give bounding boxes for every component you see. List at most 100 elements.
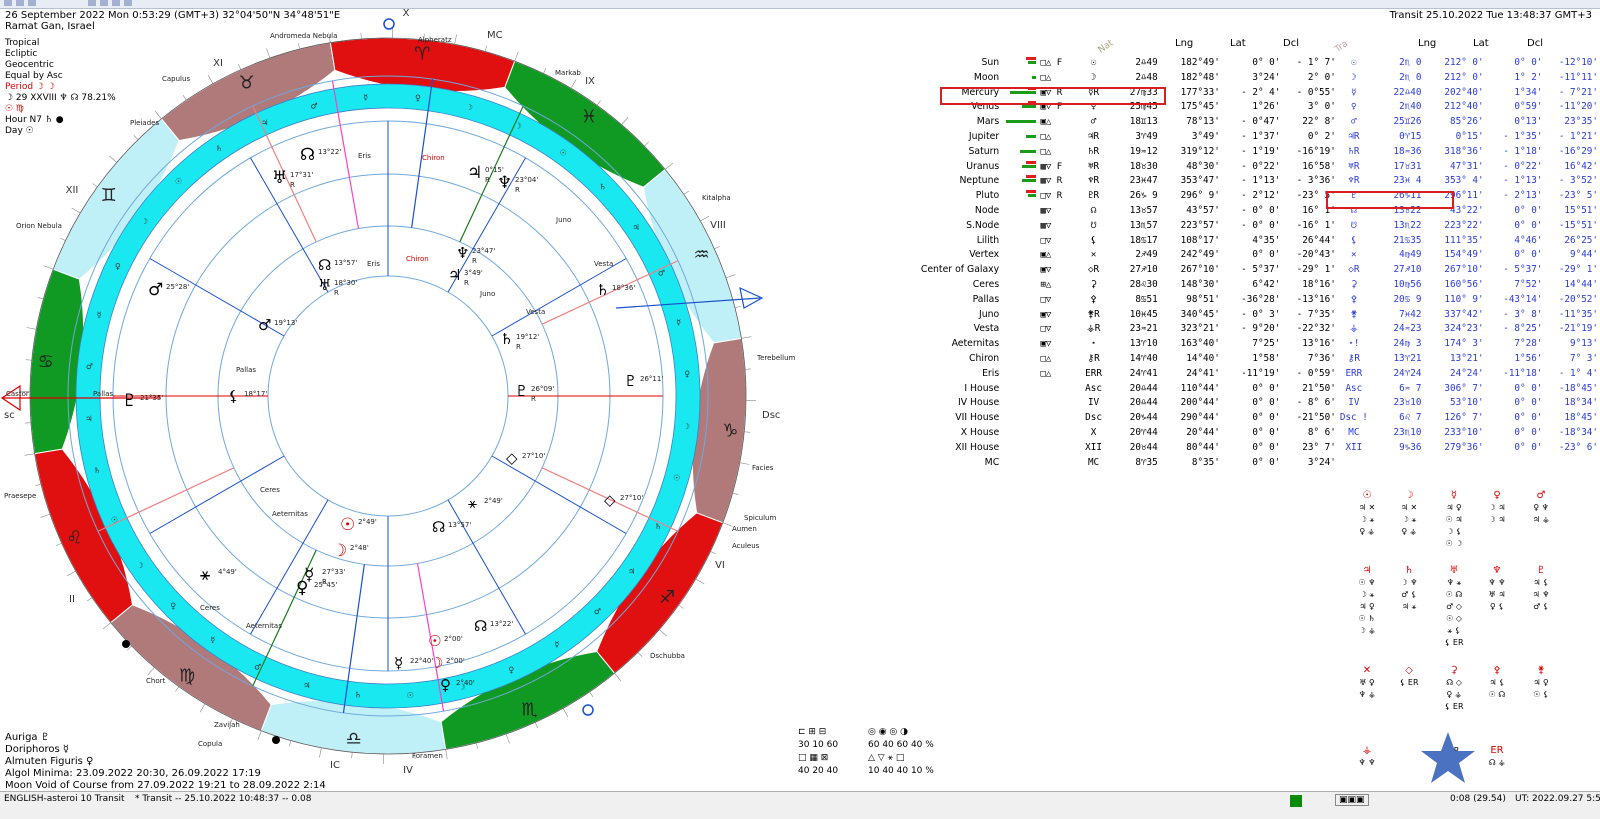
grid-planet: ✕: [1350, 665, 1384, 677]
grid-aspect: ☊ ◇: [1437, 677, 1471, 689]
aspect-grid-cell[interactable]: ♆♆ ♆♅ ♃♀ ⚸: [1480, 565, 1514, 613]
natal-position: 20♈44: [1109, 426, 1159, 441]
transit-latitude: 0° 0': [1486, 441, 1545, 456]
table-row[interactable]: Chiron□△⚷R14♈4014°40'1°58'7°36'⚷R13♈2113…: [905, 352, 1600, 367]
grid-planet: ER: [1480, 745, 1514, 757]
table-row[interactable]: XII HouseXII20♉4480°44'0° 0'23° 7'XII9♑3…: [905, 441, 1600, 456]
aspect-grid-cell[interactable]: ⚵♃ ♀☉ ⚸: [1524, 665, 1558, 701]
toolbar-icon-3[interactable]: [28, 0, 36, 6]
table-row[interactable]: Juno▣▽⚵R10♓45340°45'- 0° 3'- 7°35'⚵7♓423…: [905, 308, 1600, 323]
table-row[interactable]: Pallas□▽⚴8♋5198°51'-36°28'-13°16'⚴20♋ 91…: [905, 293, 1600, 308]
decan-glyph: ♂: [594, 607, 601, 616]
natal-latitude: 0° 0': [1222, 248, 1282, 263]
house-number: II: [69, 594, 75, 605]
aspect-grid-cell[interactable]: ⚴♃ ⚸☉ ☊: [1480, 665, 1514, 701]
aspect-grid-cell[interactable]: ♃☉ ♆☽ ⚹♃ ♀☉ ♄☽ ⚶: [1350, 565, 1384, 637]
table-row[interactable]: Center of Galaxy▣▽◇R27♐10267°10'- 5°37'-…: [905, 263, 1600, 278]
transit-longitude: 160°56': [1423, 278, 1485, 293]
planet-name: VII House: [905, 411, 1001, 426]
table-row[interactable]: VII HouseDsc20♑44290°44'0° 0'-21°50'Dsc …: [905, 411, 1600, 426]
table-row[interactable]: Vertex▣△✕2♐49242°49'0° 0'-20°43'✕4♍49154…: [905, 248, 1600, 263]
table-row[interactable]: Ceres⊞△⚳28♌30148°30'6°42'18°16'⚳10♍56160…: [905, 278, 1600, 293]
grid-planet: ♇: [1524, 565, 1558, 577]
decan-glyph: ☿: [554, 640, 559, 649]
transit-planet-glyph: ♄: [596, 281, 609, 299]
natal-latitude: 0° 0': [1222, 56, 1282, 71]
degree-tick: [56, 543, 61, 545]
transit-longitude: 85°26': [1423, 115, 1485, 130]
aspect-grid-cell[interactable]: ♀☽ ♃☽ ♃: [1480, 490, 1514, 526]
bottom-info: Auriga ♇ Doriphoros ☿ Almuten Figuris ♀ …: [5, 732, 326, 792]
aspect-grid-cell[interactable]: ♂♀ ♆♃ ⚶: [1524, 490, 1558, 526]
natal-declination: - 3°36': [1282, 174, 1338, 189]
transit-planet-degree: 18°30': [334, 279, 357, 287]
toolbar-icon-1[interactable]: [4, 0, 12, 6]
transit-longitude: 267°10': [1423, 263, 1485, 278]
table-row[interactable]: Saturn□△♄R19♒12319°12'- 1°19'-16°19'♄R18…: [905, 145, 1600, 160]
chart-wheel[interactable]: ♈♉♊♋♌♍♎♏♐♑♒♓☽♀☿♂♃♄☉☽♀☿♂♃♄☉☽♀☿♂♃♄☉☽♀☿♂♃♄☉…: [0, 8, 800, 788]
star-icon[interactable]: [1418, 728, 1478, 788]
aspect-grid-cell[interactable]: ☽♃ ✕☽ ⚹♀ ⚶: [1392, 490, 1426, 538]
table-row[interactable]: Uranus▦▽ F♅R18♉3048°30'- 0°22'16°58'♅R17…: [905, 160, 1600, 175]
transit-latitude: 0° 0': [1486, 411, 1545, 426]
table-row[interactable]: S.Node▦▽☋13♏57223°57'- 0° 0'-16° 1'☋13♏2…: [905, 219, 1600, 234]
natal-longitude: 340°45': [1160, 308, 1222, 323]
table-row[interactable]: Jupiter□△♃R3♈493°49'- 1°37'0° 2'♃R0♈150°…: [905, 130, 1600, 145]
grid-aspect: ☽ ♃: [1480, 502, 1514, 514]
minor-body-label: Juno: [555, 216, 571, 224]
degree-tick: [87, 598, 92, 601]
table-row[interactable]: Node▦▽☊13♉5743°57'- 0° 0'16° 1'☊13♉2243°…: [905, 204, 1600, 219]
table-row[interactable]: MCMC8♈358°35'0° 0'3°24': [905, 456, 1600, 471]
toolbar-icon-2[interactable]: [16, 0, 24, 6]
table-row[interactable]: Moon□△☽2♎48182°48'3°24'2° 0'☽2♏ 0212° 0'…: [905, 71, 1600, 86]
table-row[interactable]: Neptune▦▽ R♆R23♓47353°47'- 1°13'- 3°36'♆…: [905, 174, 1600, 189]
aspect-grid-cell[interactable]: ✕♅ ♀♆ ⚶: [1350, 665, 1384, 701]
natal-latitude: - 5°37': [1222, 263, 1282, 278]
toolbar-icon-6[interactable]: [112, 0, 120, 6]
toolbar-icon-5[interactable]: [100, 0, 108, 6]
aspect-icons: □△: [1038, 71, 1077, 86]
natal-declination: 16°58': [1282, 160, 1338, 175]
aspect-grid-cell[interactable]: ⚶♆ ♆: [1350, 745, 1384, 769]
grid-aspect: ♃ ♀: [1437, 502, 1471, 514]
stats-row1-icons: ⊏ ⊞ ⊟: [798, 726, 838, 739]
table-row[interactable]: Sun□△ F☉2♎49182°49'0° 0'- 1° 7'☉2♏ 0212°…: [905, 56, 1600, 71]
decan-glyph: ♀: [170, 601, 176, 610]
status-aspect-icons[interactable]: ▣▣▣: [1335, 794, 1369, 806]
sign-glyph: ♓: [581, 107, 597, 128]
degree-tick: [35, 484, 41, 485]
aspect-grid-cell[interactable]: ☿♃ ♀☉ ♃☽ ⚸☉ ☽: [1437, 490, 1471, 550]
transit-planet-glyph: ♇: [624, 372, 637, 390]
table-row[interactable]: IV HouseIV20♎44200°44'0° 0'- 8° 6'IV23♉1…: [905, 396, 1600, 411]
natal-position: 18♉30: [1109, 160, 1159, 175]
table-row[interactable]: Vesta□▽⚶R23♒21323°21'- 9°20'-22°32'⚶24♒2…: [905, 322, 1600, 337]
grid-aspect: ♅ ♃: [1480, 589, 1514, 601]
transit-planet-glyph: ♃: [448, 266, 461, 284]
green-bar: [1022, 165, 1036, 168]
table-row[interactable]: X HouseX20♈4420°44'0° 0'8° 6'MC23♏10233°…: [905, 426, 1600, 441]
table-row[interactable]: Eris□△ERR24♈4124°41'-11°19'- 0°59'ERR24♈…: [905, 367, 1600, 382]
aspect-grid-cell[interactable]: ♇♃ ⚸♃ ♆♂ ⚸: [1524, 565, 1558, 613]
grid-aspect: ♃ ⚸: [1480, 677, 1514, 689]
toolbar-icon-7[interactable]: [124, 0, 132, 6]
transit-declination: -15°51': [1544, 219, 1600, 234]
aspect-grid-cell[interactable]: ⚳☊ ◇♀ ⚶⚸ ER: [1437, 665, 1471, 713]
aspect-grid-cell[interactable]: ☉♃ ✕☽ ⚹♀ ⚶: [1350, 490, 1384, 538]
table-row[interactable]: Pluto□▽ R♇R26♑ 9296° 9'- 2°12'-23° 5'♇26…: [905, 189, 1600, 204]
aspect-icons: ▣▽: [1038, 337, 1077, 352]
aspect-grid-cell[interactable]: ◇⚸ ER: [1392, 665, 1426, 689]
grid-aspect: ♃ ♀: [1350, 601, 1384, 613]
table-row[interactable]: Aeternitas▣▽⋆13♈10163°40'7°25'13°16'⋆!24…: [905, 337, 1600, 352]
transit-latitude: 0° 0': [1486, 56, 1545, 71]
aspect-grid-cell[interactable]: ♄☽ ♆♂ ⚸♃ ⚹: [1392, 565, 1426, 613]
transit-position: 21♋35: [1370, 234, 1424, 249]
transit-longitude: 154°49': [1423, 248, 1485, 263]
table-row[interactable]: I HouseAsc20♎44110°44'0° 0'21°50'Asc6♒ 7…: [905, 382, 1600, 397]
table-row[interactable]: Lilith□▽⚸18♋17108°17'4°35'26°44'⚸21♋3511…: [905, 234, 1600, 249]
toolbar-icon-4[interactable]: [88, 0, 96, 6]
col-nat: Nat: [1097, 38, 1116, 55]
aspect-grid-cell[interactable]: ♅♆ ⚹☉ ☊♂ ◇☉ ◇⚹ ⚸⚸ ER: [1437, 565, 1471, 649]
transit-symbol: ♃R: [1338, 130, 1370, 145]
aspect-grid-cell[interactable]: ER☊ ⚶: [1480, 745, 1514, 769]
table-row[interactable]: Mars▣△♂18♊1378°13'- 0°47'22° 8'♂25♊2685°…: [905, 115, 1600, 130]
